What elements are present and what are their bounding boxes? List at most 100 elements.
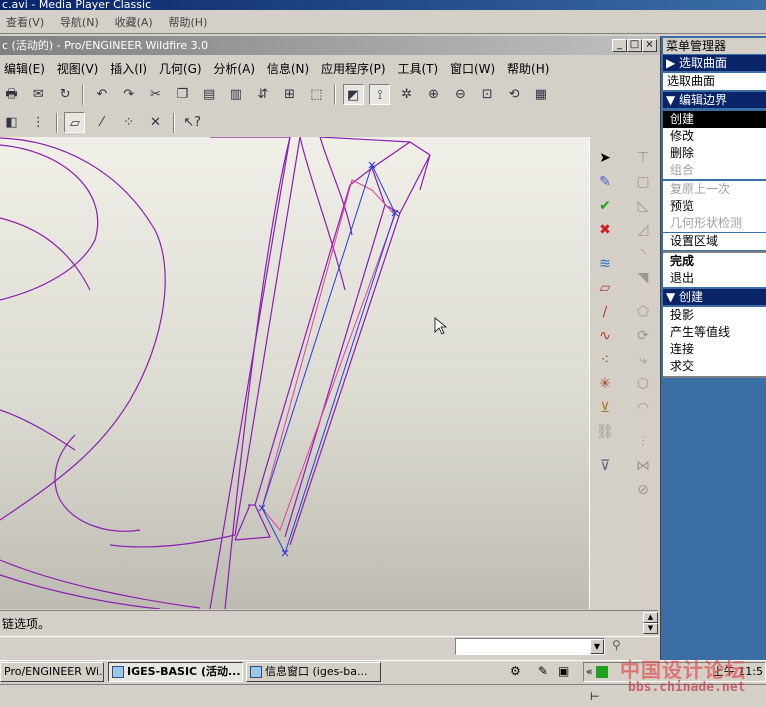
tray-monitor-icon[interactable]: ▣ — [558, 664, 569, 678]
menu-item-connect[interactable]: 连接 — [663, 341, 766, 358]
tray-pen-icon[interactable]: ✎ — [538, 664, 548, 678]
tray-tool-icon[interactable]: ⚙ — [510, 664, 521, 678]
paste-special-icon[interactable]: ▥ — [225, 84, 246, 105]
shading-icon[interactable]: ◧ — [1, 112, 22, 133]
menu-item-set-region[interactable]: 设置区域 — [663, 233, 766, 250]
context-help-icon[interactable]: ↖? — [182, 112, 200, 133]
menu-item-select-surface[interactable]: 选取曲面 — [663, 73, 766, 90]
paste-icon[interactable]: ▤ — [199, 84, 220, 105]
maximize-button[interactable]: □ — [627, 39, 642, 52]
select-arrow-icon[interactable]: ➤ — [594, 147, 616, 169]
menu-header-create[interactable]: ▼ 创建 — [663, 289, 766, 305]
revolve-icon[interactable]: ⟳ — [632, 325, 654, 347]
datum-plane-icon[interactable]: ▱ — [594, 277, 616, 299]
tray-expand-icon[interactable]: « — [584, 665, 593, 678]
task-proe-main[interactable]: Pro/ENGINEER Wi... — [0, 662, 104, 682]
extrude-icon[interactable]: ⬠ — [632, 301, 654, 323]
menu-analysis[interactable]: 分析(A) — [209, 56, 259, 77]
menu-item-contour[interactable]: 产生等值线 — [663, 324, 766, 341]
select-box-icon[interactable]: ⬚ — [306, 84, 327, 105]
filter-select[interactable]: ▼ — [455, 638, 605, 655]
menu-item-modify[interactable]: 修改 — [663, 128, 766, 145]
player-menu-help[interactable]: 帮助(H) — [163, 10, 214, 34]
player-menu-favorites[interactable]: 收藏(A) — [109, 10, 159, 34]
datum-curve-icon[interactable]: ≋ — [594, 253, 616, 275]
menu-edit[interactable]: 编辑(E) — [0, 56, 49, 77]
layers-icon[interactable]: ≣ — [557, 84, 560, 105]
menu-insert[interactable]: 插入(I) — [106, 56, 151, 77]
player-menu-navigate[interactable]: 导航(N) — [54, 10, 105, 34]
copy-icon[interactable]: ❐ — [172, 84, 193, 105]
sketch-view-icon[interactable]: ◩ — [342, 84, 364, 105]
close-button[interactable]: × — [642, 39, 657, 52]
undo-icon[interactable]: ↶ — [91, 84, 112, 105]
hole-icon[interactable]: ⊤ — [632, 147, 654, 169]
menu-item-intersect[interactable]: 求交 — [663, 358, 766, 376]
menu-item-done[interactable]: 完成 — [663, 253, 766, 270]
zoom-out-icon[interactable]: ⊖ — [450, 84, 471, 105]
rib-icon[interactable]: ◺ — [632, 195, 654, 217]
spin-center-icon[interactable]: ⟟ — [369, 84, 391, 105]
task-iges-basic[interactable]: IGES-BASIC (活动... — [108, 662, 243, 682]
analysis-feature-icon[interactable]: ⊻ — [594, 397, 616, 419]
chain-link-icon[interactable]: ⛓ — [594, 421, 616, 443]
datum-axis-display-icon[interactable]: ⁄ — [91, 112, 112, 133]
datum-point-display-icon[interactable]: ⁘ — [118, 112, 139, 133]
scroll-up-icon[interactable]: ▲ — [643, 612, 658, 623]
regenerate-model-icon[interactable]: ⇵ — [252, 84, 273, 105]
coordinate-system-icon[interactable]: ✳ — [594, 373, 616, 395]
accept-check-icon[interactable]: ✔ — [594, 195, 616, 217]
trim-icon[interactable]: ⊘ — [632, 479, 654, 501]
mirror-icon[interactable]: ⫶ — [632, 431, 654, 453]
scroll-down-icon[interactable]: ▼ — [643, 623, 658, 634]
player-menu-view[interactable]: 查看(V) — [0, 10, 50, 34]
orient-mode-icon[interactable]: ✲ — [396, 84, 417, 105]
saved-views-icon[interactable]: ▦ — [530, 84, 551, 105]
message-scrollbar[interactable]: ▲ ▼ — [643, 612, 658, 634]
menu-item-preview[interactable]: 预览 — [663, 198, 766, 215]
datum-point-icon[interactable]: ⁖ — [594, 349, 616, 371]
draft-icon[interactable]: ◿ — [632, 219, 654, 241]
funnel-icon[interactable]: ⊽ — [594, 455, 616, 477]
menu-help[interactable]: 帮助(H) — [503, 56, 553, 77]
datum-plane-display-icon[interactable]: ▱ — [64, 112, 86, 133]
chevron-down-icon[interactable]: ▼ — [590, 639, 604, 654]
tray-app-icon[interactable] — [596, 666, 609, 678]
menu-info[interactable]: 信息(N) — [263, 56, 313, 77]
menu-window[interactable]: 窗口(W) — [446, 56, 499, 77]
round-icon[interactable]: ◝ — [632, 243, 654, 265]
sketch-tool-icon[interactable]: ✎ — [594, 171, 616, 193]
datum-axis-icon[interactable]: ∕ — [594, 301, 616, 323]
menu-geometry[interactable]: 几何(G) — [155, 56, 206, 77]
regenerate-icon[interactable]: ↻ — [55, 84, 76, 105]
menu-tools[interactable]: 工具(T) — [393, 56, 442, 77]
menu-item-delete[interactable]: 删除 — [663, 145, 766, 162]
find-icon[interactable]: ⊞ — [279, 84, 300, 105]
reorient-icon[interactable]: ⟲ — [504, 84, 525, 105]
menu-item-project[interactable]: 投影 — [663, 307, 766, 324]
sweep-icon[interactable]: ⤷ — [632, 349, 654, 371]
graphics-window[interactable] — [0, 137, 589, 609]
print-icon[interactable]: 🖶 — [1, 84, 22, 105]
cancel-x-icon[interactable]: ✖ — [594, 219, 616, 241]
send-mail-icon[interactable]: ✉ — [28, 84, 49, 105]
blend-icon[interactable]: ⬡ — [632, 373, 654, 395]
menu-header-select-surface[interactable]: ▶ 选取曲面 — [663, 55, 766, 71]
menu-applications[interactable]: 应用程序(P) — [317, 56, 390, 77]
zoom-in-icon[interactable]: ⊕ — [423, 84, 444, 105]
merge-icon[interactable]: ⋈ — [632, 455, 654, 477]
menu-item-create[interactable]: 创建 — [663, 111, 766, 128]
cut-icon[interactable]: ✂ — [145, 84, 166, 105]
shell-icon[interactable]: ▢ — [632, 171, 654, 193]
task-info-window[interactable]: 信息窗口 (iges-ba... — [246, 662, 381, 682]
model-tree-icon[interactable]: ⋮ — [28, 112, 49, 133]
menu-item-quit[interactable]: 退出 — [663, 270, 766, 287]
chamfer-icon[interactable]: ◥ — [632, 267, 654, 289]
menu-view[interactable]: 视图(V) — [53, 56, 103, 77]
minimize-button[interactable]: _ — [612, 39, 627, 52]
refit-icon[interactable]: ⊡ — [477, 84, 498, 105]
redo-icon[interactable]: ↷ — [118, 84, 139, 105]
player-seek-icon[interactable]: ⊢ — [590, 690, 600, 703]
boundary-blend-icon[interactable]: ◠ — [632, 397, 654, 419]
datum-curve-sketch-icon[interactable]: ∿ — [594, 325, 616, 347]
